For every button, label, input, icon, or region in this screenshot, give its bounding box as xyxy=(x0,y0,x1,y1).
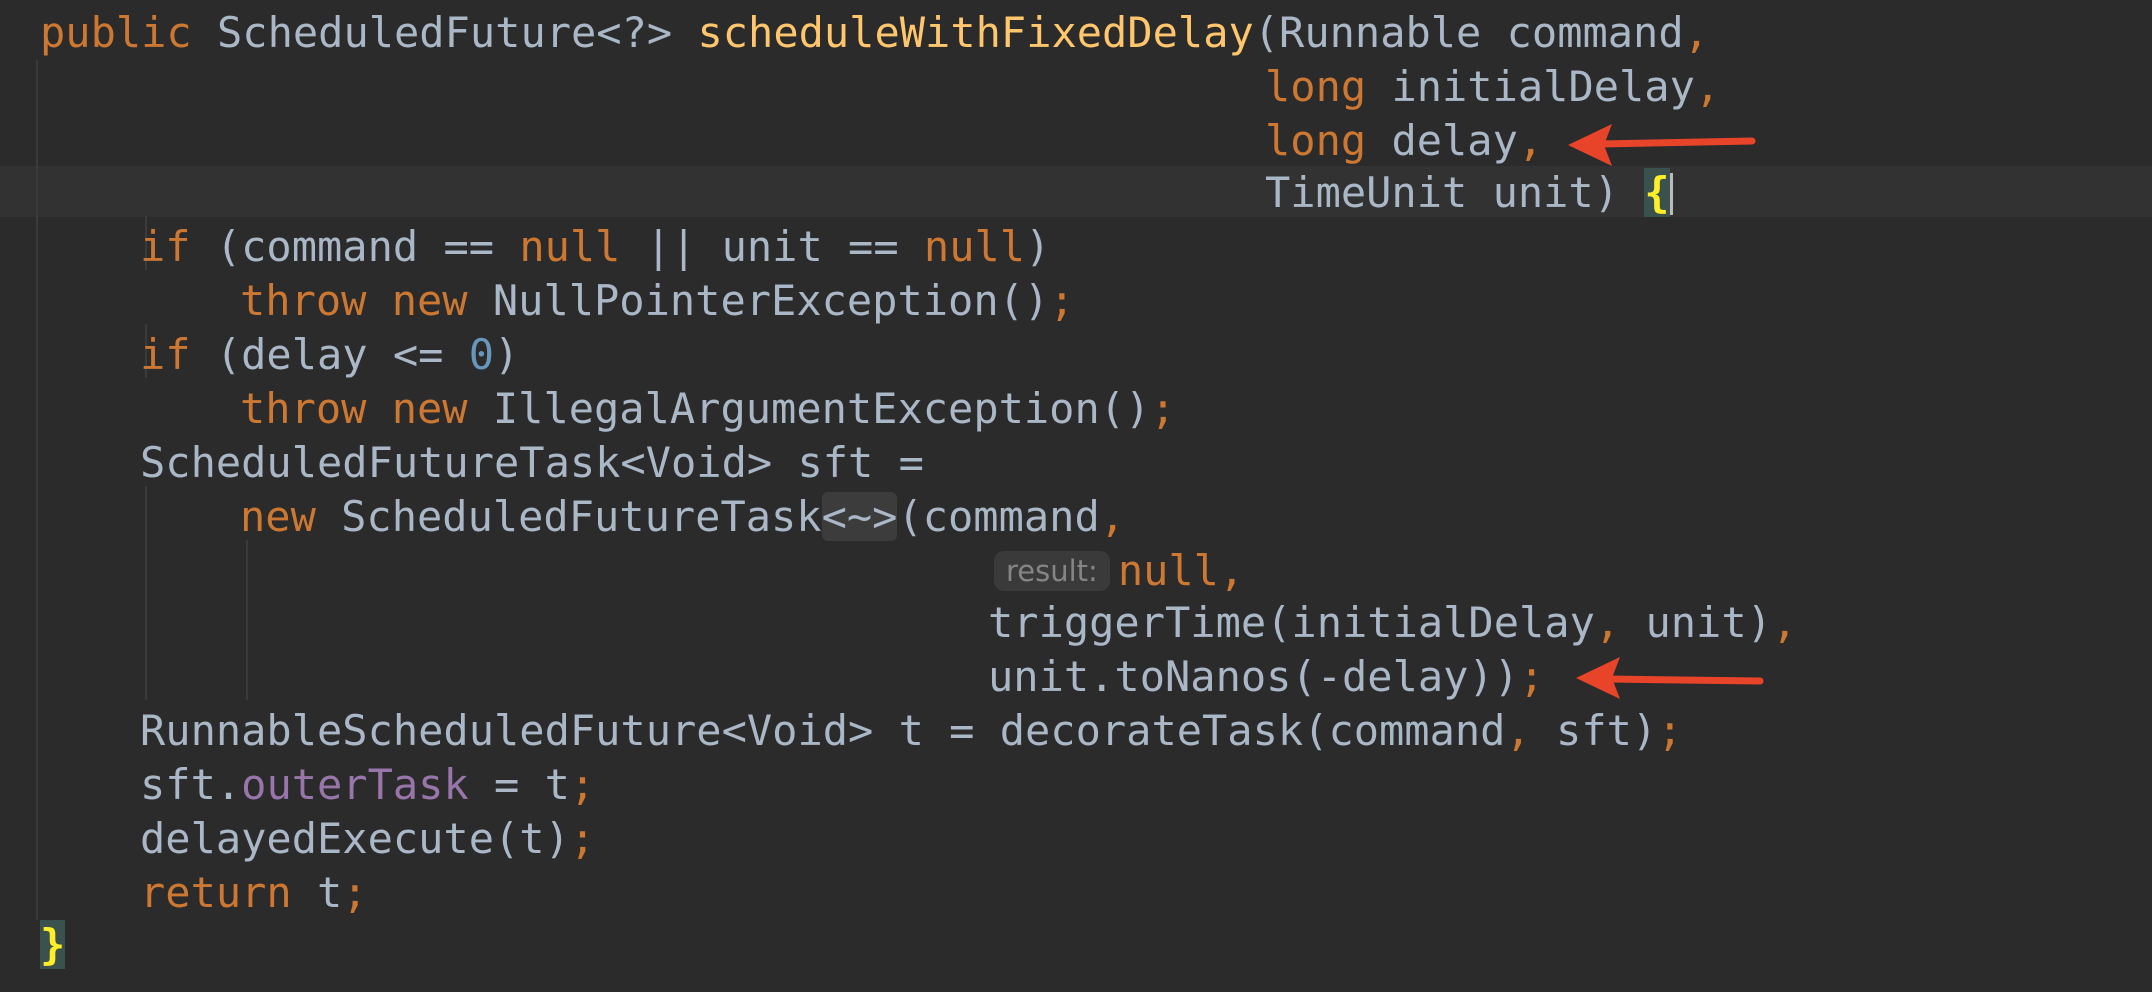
number-literal: 0 xyxy=(468,330,495,379)
code-text: NullPointerException() xyxy=(467,276,1050,325)
matched-brace: { xyxy=(1644,168,1670,217)
matched-brace: } xyxy=(40,920,66,969)
indent-guide xyxy=(246,540,248,700)
comma: , xyxy=(1694,62,1721,111)
semicolon: ; xyxy=(1657,706,1683,755)
semicolon: ; xyxy=(1150,384,1176,433)
code-text: (command xyxy=(897,492,1100,541)
code-line[interactable]: new ScheduledFutureTask<~>(command, xyxy=(240,490,1125,544)
code-line[interactable]: if (delay <= 0) xyxy=(140,328,519,382)
comma: , xyxy=(1683,8,1709,57)
code-line[interactable]: unit.toNanos(-delay)); xyxy=(988,650,1544,704)
code-editor[interactable]: public ScheduledFuture<?> scheduleWithFi… xyxy=(0,0,2152,992)
code-line[interactable]: throw new NullPointerException(); xyxy=(240,274,1074,328)
code-text: = t xyxy=(468,760,570,809)
code-text: t xyxy=(291,868,343,917)
keyword: long xyxy=(1265,116,1367,165)
semicolon: ; xyxy=(1049,276,1075,325)
comma: , xyxy=(1505,706,1531,755)
keyword: throw xyxy=(240,384,367,433)
code-line[interactable]: triggerTime(initialDelay, unit), xyxy=(988,596,1797,650)
code-text: RunnableScheduledFuture<Void> t = decora… xyxy=(140,706,1506,755)
comma: , xyxy=(1594,598,1621,647)
code-line[interactable]: ScheduledFutureTask<Void> sft = xyxy=(140,436,924,490)
code-line[interactable]: return t; xyxy=(140,866,368,920)
comma: , xyxy=(1517,116,1544,165)
folded-diamond[interactable]: <~> xyxy=(821,492,898,541)
code-text: sft) xyxy=(1530,706,1658,755)
code-text: sft. xyxy=(140,760,242,809)
keyword: new xyxy=(240,492,316,541)
code-text: IllegalArgumentException() xyxy=(467,384,1151,433)
code-line[interactable]: TimeUnit unit) { xyxy=(1265,166,1673,220)
code-text: ScheduledFutureTask<Void> sft = xyxy=(140,438,924,487)
keyword: throw xyxy=(240,276,367,325)
code-line[interactable]: RunnableScheduledFuture<Void> t = decora… xyxy=(140,704,1682,758)
semicolon: ; xyxy=(569,814,596,863)
keyword: null xyxy=(923,222,1026,271)
code-text: delayedExecute(t) xyxy=(140,814,570,863)
keyword: if xyxy=(140,222,191,271)
code-line[interactable]: result: null, xyxy=(994,544,1244,598)
comma: , xyxy=(1771,598,1798,647)
code-line[interactable]: } xyxy=(40,918,66,972)
semicolon: ; xyxy=(342,868,368,917)
semicolon: ; xyxy=(1519,652,1545,701)
code-text: (delay <= xyxy=(190,330,469,379)
code-line[interactable]: delayedExecute(t); xyxy=(140,812,595,866)
param-text: delay xyxy=(1366,116,1518,165)
param-text: initialDelay xyxy=(1366,62,1695,111)
code-line[interactable]: public ScheduledFuture<?> scheduleWithFi… xyxy=(40,6,1709,60)
keyword: return xyxy=(140,868,292,917)
code-line[interactable]: long initialDelay, xyxy=(1265,60,1720,114)
param-text: (Runnable command xyxy=(1253,8,1684,57)
keyword: new xyxy=(391,384,468,433)
code-line[interactable]: long delay, xyxy=(1265,114,1543,168)
keyword: null xyxy=(519,222,621,271)
comma: , xyxy=(1218,546,1245,595)
keyword: null xyxy=(1117,546,1219,595)
method-name: scheduleWithFixedDelay xyxy=(697,8,1254,57)
text-caret xyxy=(1669,173,1673,215)
return-type: ScheduledFuture<?> xyxy=(217,8,673,57)
code-text: || unit == xyxy=(620,222,924,271)
code-text: (command == xyxy=(190,222,520,271)
code-line[interactable]: if (command == null || unit == null) xyxy=(140,220,1050,274)
code-line[interactable]: sft.outerTask = t; xyxy=(140,758,595,812)
current-line-highlight xyxy=(0,166,2152,217)
code-text: triggerTime(initialDelay xyxy=(988,598,1595,647)
code-text: ) xyxy=(494,330,520,379)
keyword: new xyxy=(391,276,468,325)
keyword: public xyxy=(40,8,192,57)
keyword: if xyxy=(140,330,191,379)
code-text: unit) xyxy=(1620,598,1772,647)
code-text: ) xyxy=(1025,222,1051,271)
indent-guide xyxy=(145,486,147,700)
indent-guide xyxy=(36,60,38,920)
keyword: long xyxy=(1265,62,1367,111)
comma: , xyxy=(1099,492,1126,541)
semicolon: ; xyxy=(569,760,596,809)
code-line[interactable]: throw new IllegalArgumentException(); xyxy=(240,382,1176,436)
param-text: TimeUnit unit) xyxy=(1265,168,1645,217)
arrow-icon xyxy=(1576,657,1764,699)
code-text: ScheduledFutureTask xyxy=(315,492,822,541)
code-text: unit.toNanos(-delay)) xyxy=(988,652,1520,701)
arrow-icon xyxy=(1568,124,1756,166)
parameter-hint: result: xyxy=(994,551,1110,591)
field-name: outerTask xyxy=(241,760,469,809)
